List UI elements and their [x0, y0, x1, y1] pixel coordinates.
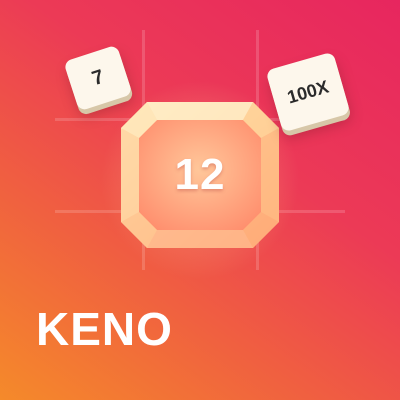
keno-game-card[interactable]: 12 7 100X KENO — [0, 0, 400, 400]
center-number: 12 — [174, 150, 226, 199]
octagon-gem-icon: 12 — [117, 98, 283, 252]
game-title: KENO — [36, 303, 173, 355]
